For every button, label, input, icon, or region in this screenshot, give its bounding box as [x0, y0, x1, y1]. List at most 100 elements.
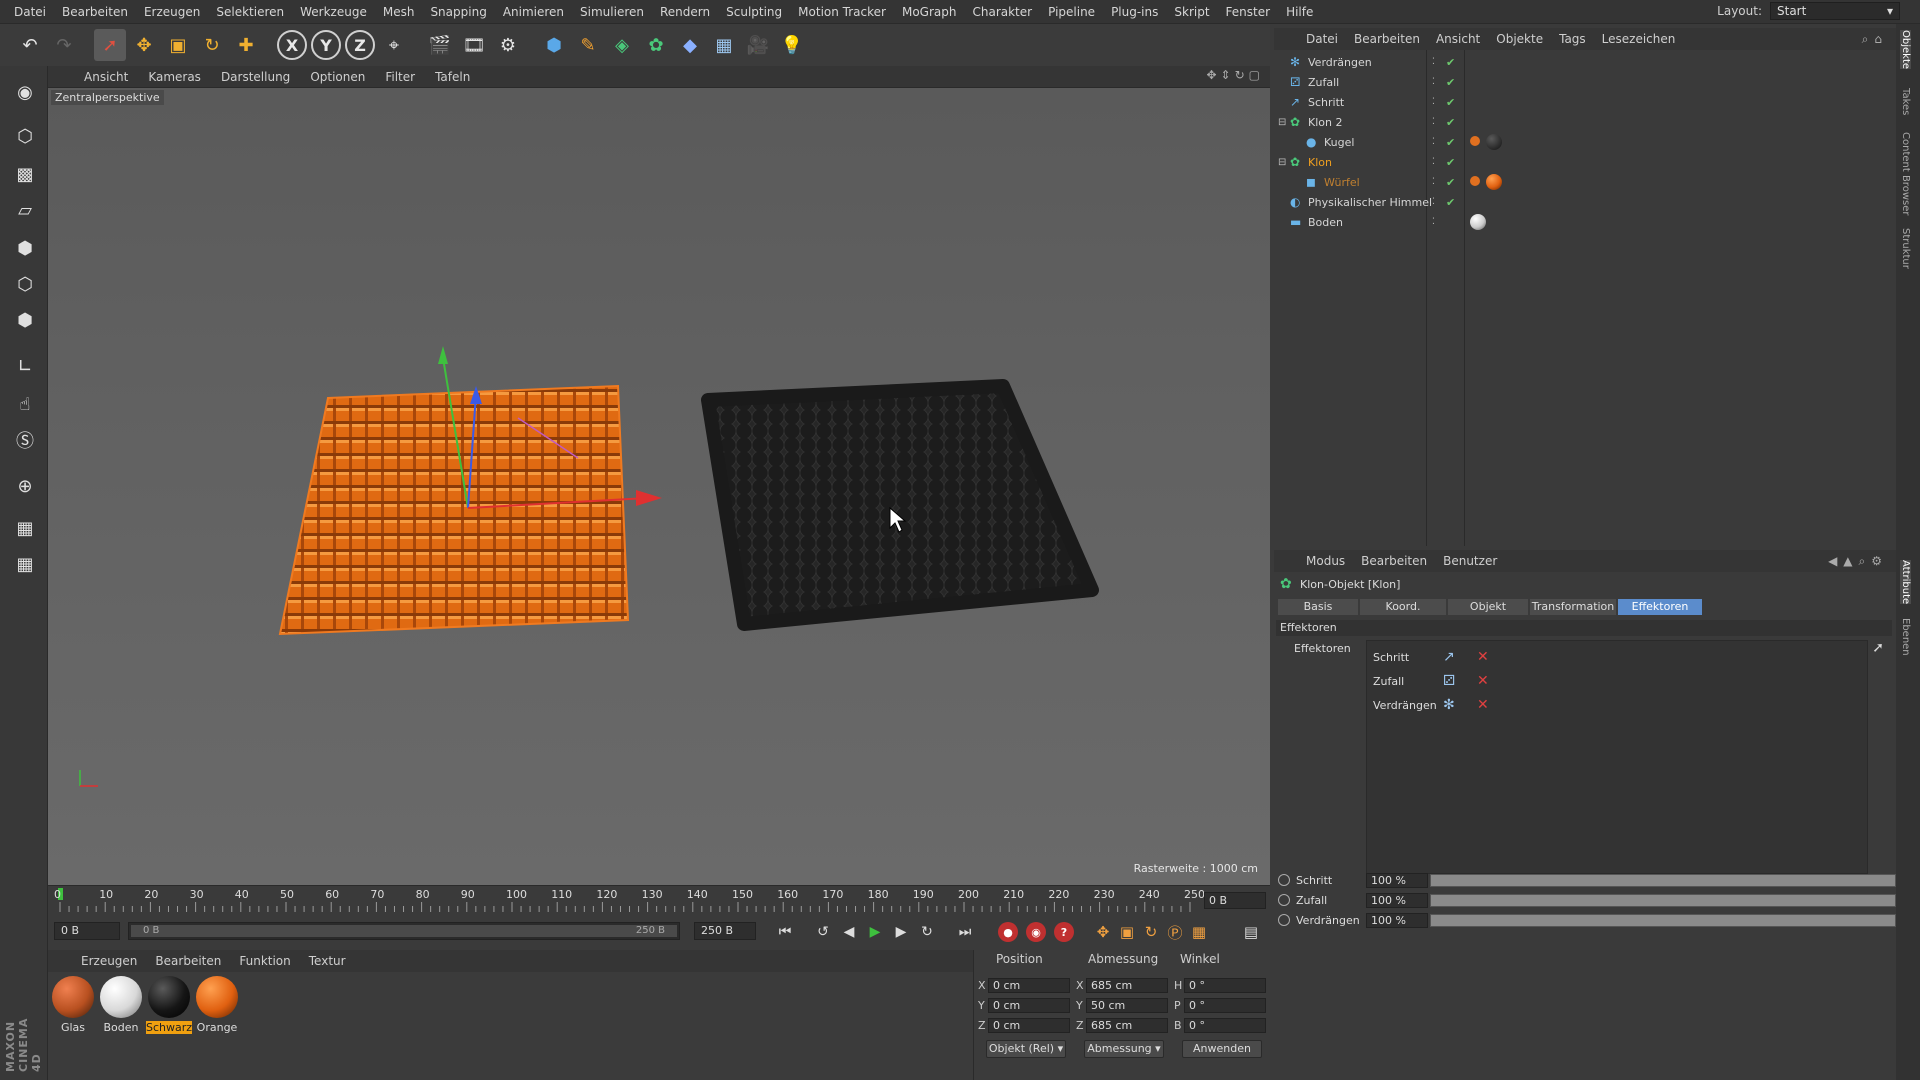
animation-key-icon[interactable] [1278, 914, 1290, 926]
object-row[interactable]: ◼ Würfel ⁚ ✔ [1274, 172, 1896, 192]
object-row[interactable]: ✻ Verdrängen ⁚ ✔ [1274, 52, 1896, 72]
am-menu-modus[interactable]: Modus [1298, 554, 1353, 568]
menu-snapping[interactable]: Snapping [422, 0, 494, 24]
menu-fenster[interactable]: Fenster [1218, 0, 1279, 24]
om-menu-datei[interactable]: Datei [1298, 32, 1346, 46]
planar-workplane-icon[interactable]: ▦ [8, 548, 42, 580]
layout-select[interactable]: Start ▾ [1770, 2, 1900, 20]
viewport-menu-darstellung[interactable]: Darstellung [211, 70, 300, 84]
object-name[interactable]: Zufall [1308, 76, 1339, 89]
deformer-icon[interactable]: ◆ [674, 29, 706, 61]
object-name[interactable]: Würfel [1324, 176, 1360, 189]
camera-icon[interactable]: 🎥 [742, 29, 774, 61]
end-frame-field[interactable]: 250 B [694, 922, 756, 940]
visibility-dots-icon[interactable]: ⁚ [1432, 217, 1435, 227]
play-icon[interactable]: ▶ [864, 921, 886, 943]
move-tool-icon[interactable]: ✥ [128, 29, 160, 61]
locked-workplane-icon[interactable]: ▦ [8, 512, 42, 544]
go-to-start-icon[interactable]: ⏮ [774, 921, 796, 943]
remove-effector-icon[interactable]: ✕ [1477, 697, 1489, 713]
render-view-icon[interactable]: 🎬 [424, 29, 456, 61]
am-navigation-icons[interactable]: ◀▲⌕⚙ [1828, 554, 1888, 569]
light-icon[interactable]: 💡 [776, 29, 808, 61]
viewport-menu-kameras[interactable]: Kameras [138, 70, 211, 84]
om-menu-tags[interactable]: Tags [1551, 32, 1594, 46]
strength-slider[interactable] [1430, 873, 1896, 887]
enabled-check-icon[interactable]: ✔ [1446, 56, 1455, 69]
side-tab-struktur[interactable]: Struktur [1900, 228, 1911, 269]
menu-pipeline[interactable]: Pipeline [1040, 0, 1103, 24]
timeline-ruler[interactable]: 0 10 20 30 40 50 60 70 80 90 100 110 120 130 140 150 160… [48, 885, 1270, 915]
material-menu-textur[interactable]: Textur [300, 954, 355, 968]
enabled-check-icon[interactable]: ✔ [1446, 156, 1455, 169]
enabled-check-icon[interactable]: ✔ [1446, 76, 1455, 89]
enabled-check-icon[interactable]: ✔ [1446, 196, 1455, 209]
am-menu-benutzer[interactable]: Benutzer [1435, 554, 1505, 568]
object-name[interactable]: Kugel [1324, 136, 1354, 149]
coordinate-system-icon[interactable]: ⌖ [378, 29, 410, 61]
rotation-h-field[interactable]: 0 ° [1184, 977, 1266, 993]
effector-list-item[interactable]: Schritt ↗ ✕ [1373, 647, 1489, 667]
tweak-mode-icon[interactable]: ☝ [8, 388, 42, 420]
go-to-end-icon[interactable]: ⏭ [954, 921, 976, 943]
visibility-dots-icon[interactable]: ⁚ [1432, 157, 1435, 167]
menu-skript[interactable]: Skript [1166, 0, 1217, 24]
tab-objekt[interactable]: Objekt [1448, 599, 1528, 615]
remove-effector-icon[interactable]: ✕ [1477, 673, 1489, 689]
object-name[interactable]: Schritt [1308, 96, 1344, 109]
object-name[interactable]: Verdrängen [1308, 56, 1372, 69]
key-pla-icon[interactable]: ▦ [1188, 921, 1210, 943]
keyframe-selection-icon[interactable]: ? [1054, 922, 1074, 942]
remove-effector-icon[interactable]: ✕ [1477, 649, 1489, 665]
side-tab-ebenen[interactable]: Ebenen [1900, 618, 1911, 656]
rotation-b-field[interactable]: 0 ° [1184, 1017, 1266, 1033]
tab-transformation[interactable]: Transformation [1530, 599, 1616, 615]
effectors-list[interactable]: Schritt ↗ ✕ Zufall ⚂ ✕ Verdrängen ✻ ✕ [1366, 640, 1868, 874]
enabled-check-icon[interactable]: ✔ [1446, 116, 1455, 129]
menu-mesh[interactable]: Mesh [375, 0, 423, 24]
size-x-field[interactable]: 685 cm [1086, 977, 1168, 993]
material-tag-schwarz[interactable] [1486, 134, 1502, 150]
menu-bearbeiten[interactable]: Bearbeiten [54, 0, 136, 24]
record-active-icon[interactable]: ● [998, 922, 1018, 942]
material-orange[interactable]: Orange [194, 976, 240, 1034]
next-key-icon[interactable]: ↻ [916, 921, 938, 943]
floor-object-icon[interactable]: ▦ [708, 29, 740, 61]
polygons-mode-icon[interactable]: ⬢ [8, 304, 42, 336]
material-boden[interactable]: Boden [98, 976, 144, 1034]
menu-plugins[interactable]: Plug-ins [1103, 0, 1166, 24]
position-x-field[interactable]: 0 cm [988, 977, 1070, 993]
rotate-tool-icon[interactable]: ↻ [196, 29, 228, 61]
size-y-field[interactable]: 50 cm [1086, 997, 1168, 1013]
enabled-check-icon[interactable]: ✔ [1446, 96, 1455, 109]
axis-mode-icon[interactable]: ∟ [8, 350, 42, 382]
tab-effektoren[interactable]: Effektoren [1618, 599, 1702, 615]
om-menu-objekte[interactable]: Objekte [1488, 32, 1551, 46]
x-axis-lock-icon[interactable]: X [276, 29, 308, 61]
visibility-dots-icon[interactable]: ⁚ [1432, 77, 1435, 87]
side-tab-takes[interactable]: Takes [1900, 88, 1911, 115]
menu-erzeugen[interactable]: Erzeugen [136, 0, 208, 24]
object-row[interactable]: ▬ Boden ⁚ [1274, 212, 1896, 232]
y-axis-handle-icon[interactable] [438, 346, 448, 364]
previous-frame-icon[interactable]: ◀ [838, 921, 860, 943]
current-frame-field[interactable]: 0 B [1204, 892, 1266, 909]
material-tag-orange[interactable] [1486, 174, 1502, 190]
strength-slider[interactable] [1430, 913, 1896, 927]
apply-button[interactable]: Anwenden [1182, 1040, 1262, 1058]
autokey-icon[interactable]: ◉ [1026, 922, 1046, 942]
previous-key-icon[interactable]: ↺ [812, 921, 834, 943]
side-tab-content-browser[interactable]: Content Browser [1900, 132, 1911, 215]
material-menu-bearbeiten[interactable]: Bearbeiten [146, 954, 230, 968]
viewport-navigation-icons[interactable]: ✥⇕↻▢ [1206, 68, 1264, 82]
strength-value-field[interactable]: 100 % [1366, 892, 1428, 908]
size-z-field[interactable]: 685 cm [1086, 1017, 1168, 1033]
material-schwarz[interactable]: Schwarz [146, 976, 192, 1034]
tab-koord[interactable]: Koord. [1360, 599, 1446, 615]
side-tab-objekte[interactable]: Objekte [1900, 30, 1911, 70]
start-frame-field[interactable]: 0 B [54, 922, 120, 940]
strength-value-field[interactable]: 100 % [1366, 872, 1428, 888]
strength-slider[interactable] [1430, 893, 1896, 907]
snapping-icon[interactable]: ⊕ [8, 470, 42, 502]
am-menu-bearbeiten[interactable]: Bearbeiten [1353, 554, 1435, 568]
